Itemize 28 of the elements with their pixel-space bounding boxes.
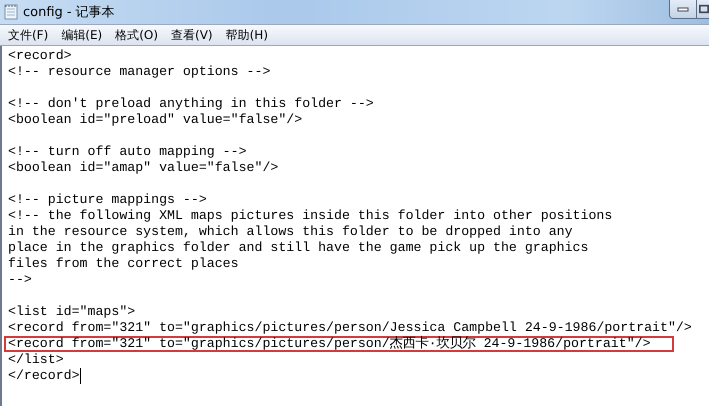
code-line: --> — [8, 272, 32, 288]
code-line: files from the correct places — [8, 256, 239, 272]
code-line: <!-- don't preload anything in this folder --> — [8, 96, 374, 112]
code-line: <!-- the following XML maps pictures inside this folder into other positions — [8, 208, 612, 224]
code-line: <record from="321" to="graphics/pictures/person/Jessica Campbell 24-9-1986/portrait"/> — [8, 320, 692, 336]
code-line: <!-- resource manager options --> — [8, 64, 270, 80]
minimize-button[interactable] — [669, 0, 697, 19]
code-line: place in the graphics folder and still have the game pick up the graphics — [8, 240, 588, 256]
menu-item[interactable]: 帮助(H) — [220, 26, 276, 44]
code-line: <!-- turn off auto mapping --> — [8, 144, 247, 160]
code-line: <record from="321" to="graphics/pictures/person/杰西卡·坎贝尔 24-9-1986/portrait"/> — [8, 336, 651, 352]
menu-item[interactable]: 格式(O) — [110, 26, 166, 44]
code-line: </list> — [8, 352, 64, 368]
menu-item[interactable]: 编辑(E) — [56, 26, 110, 44]
code-line: in the resource system, which allows this folder to be dropped into any — [8, 224, 573, 240]
code-line: <list id="maps"> — [8, 304, 136, 320]
menu-item[interactable]: 文件(F) — [3, 26, 56, 44]
code-line: <record> — [8, 48, 72, 64]
window-title: config - 记事本 — [23, 4, 115, 21]
maximize-button[interactable] — [697, 0, 709, 19]
minimize-icon — [677, 6, 689, 12]
code-line: <boolean id="preload" value="false"/> — [8, 112, 302, 128]
menu-item[interactable]: 查看(V) — [166, 26, 221, 44]
maximize-icon — [699, 4, 709, 14]
code-line: <boolean id="amap" value="false"/> — [8, 160, 278, 176]
code-line: </record> — [8, 368, 81, 384]
notepad-icon — [4, 4, 18, 20]
code-line: <!-- picture mappings --> — [8, 192, 207, 208]
